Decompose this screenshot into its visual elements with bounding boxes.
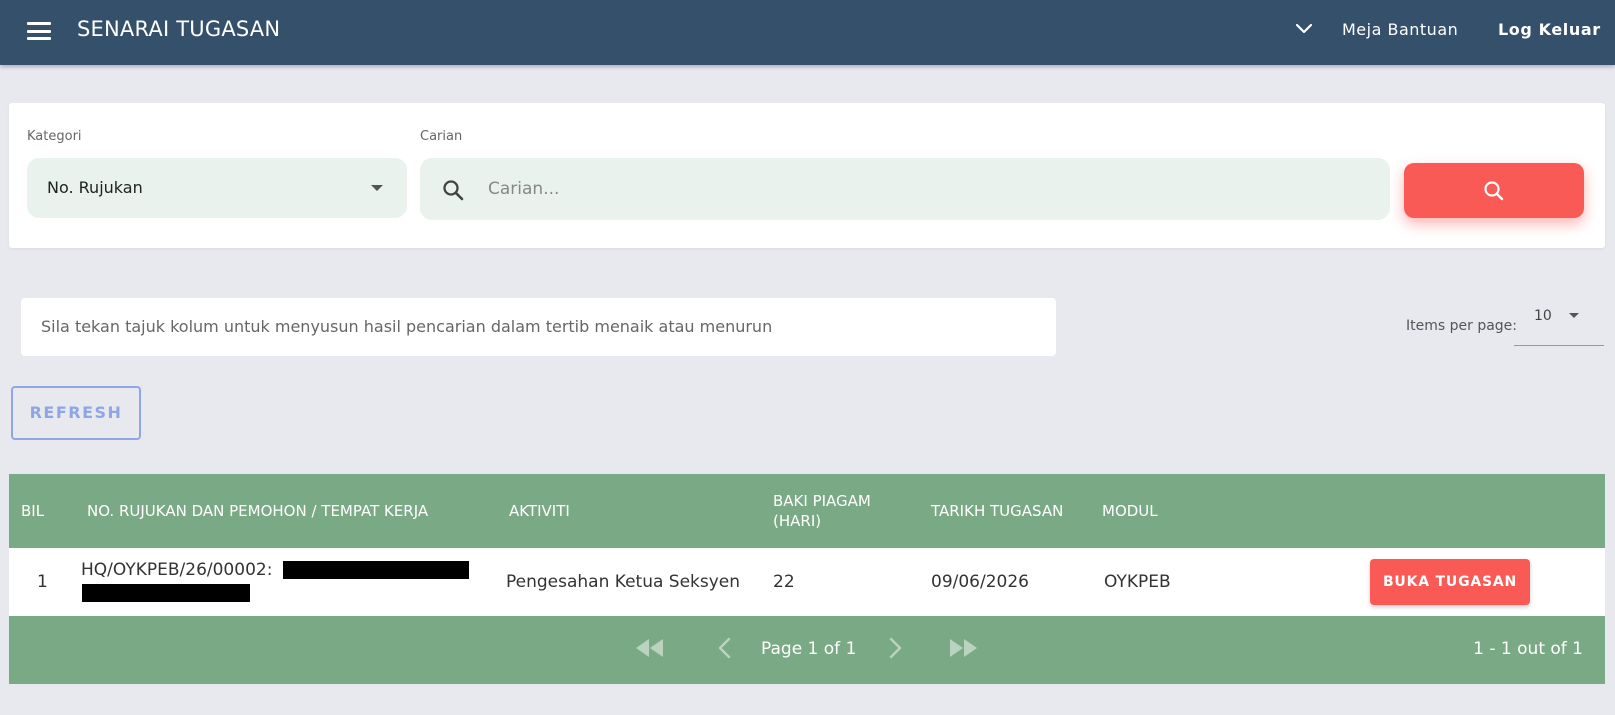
redacted-applicant [283,561,469,579]
search-button[interactable] [1404,163,1584,218]
items-per-page-label: Items per page: [1406,318,1518,334]
page-indicator: Page 1 of 1 [761,639,857,659]
search-label: Carian [420,129,463,144]
items-per-page-select[interactable]: 10 [1514,300,1604,346]
last-page-icon[interactable] [946,636,980,660]
redacted-workplace [82,584,250,602]
record-range: 1 - 1 out of 1 [1473,639,1583,659]
hamburger-menu-icon[interactable] [27,22,51,42]
column-header-module[interactable]: MODUL [1102,501,1158,521]
cell-balance: 22 [773,572,795,592]
open-task-button[interactable]: BUKA TUGASAN [1370,559,1530,605]
top-bar: SENARAI TUGASAN Meja Bantuan Log Keluar [0,0,1615,65]
category-select-value: No. Rujukan [47,178,143,197]
chevron-down-icon[interactable] [1293,18,1315,40]
table-header: BIL NO. RUJUKAN DAN PEMOHON / TEMPAT KER… [9,474,1605,548]
column-header-activity[interactable]: AKTIVITI [509,501,570,521]
search-panel: Kategori Carian No. Rujukan [9,103,1605,248]
cell-activity: Pengesahan Ketua Seksyen [506,572,741,592]
search-icon [1484,181,1504,201]
search-input[interactable] [488,170,1368,208]
caret-down-icon [1569,313,1579,318]
logout-link[interactable]: Log Keluar [1498,20,1601,39]
table-row: 1 HQ/OYKPEB/26/00002: Pengesahan Ketua S… [9,548,1605,616]
cell-date: 09/06/2026 [931,572,1029,592]
previous-page-icon[interactable] [715,636,735,660]
cell-bil: 1 [37,572,48,592]
column-header-date[interactable]: TARIKH TUGASAN [931,501,1063,521]
next-page-icon[interactable] [885,636,905,660]
column-header-reference[interactable]: NO. RUJUKAN DAN PEMOHON / TEMPAT KERJA [87,501,428,521]
refresh-button[interactable]: REFRESH [11,386,141,440]
search-icon [443,180,464,201]
column-header-balance[interactable]: BAKI PIAGAM (HARI) [773,491,893,531]
help-desk-link[interactable]: Meja Bantuan [1342,20,1458,39]
table-pagination: Page 1 of 1 1 - 1 out of 1 [9,616,1605,684]
cell-reference: HQ/OYKPEB/26/00002: [81,560,273,580]
sort-hint: Sila tekan tajuk kolum untuk menyusun ha… [21,298,1056,356]
category-select[interactable]: No. Rujukan [27,158,407,218]
cell-module: OYKPEB [1104,572,1171,592]
items-per-page-value: 10 [1534,308,1552,324]
category-label: Kategori [27,129,82,144]
column-header-bil[interactable]: BIL [21,501,44,521]
first-page-icon[interactable] [633,636,667,660]
search-field [420,158,1390,220]
task-table: BIL NO. RUJUKAN DAN PEMOHON / TEMPAT KER… [9,474,1605,684]
caret-down-icon [371,185,383,191]
page-title: SENARAI TUGASAN [77,17,281,41]
sort-hint-text: Sila tekan tajuk kolum untuk menyusun ha… [41,317,773,336]
